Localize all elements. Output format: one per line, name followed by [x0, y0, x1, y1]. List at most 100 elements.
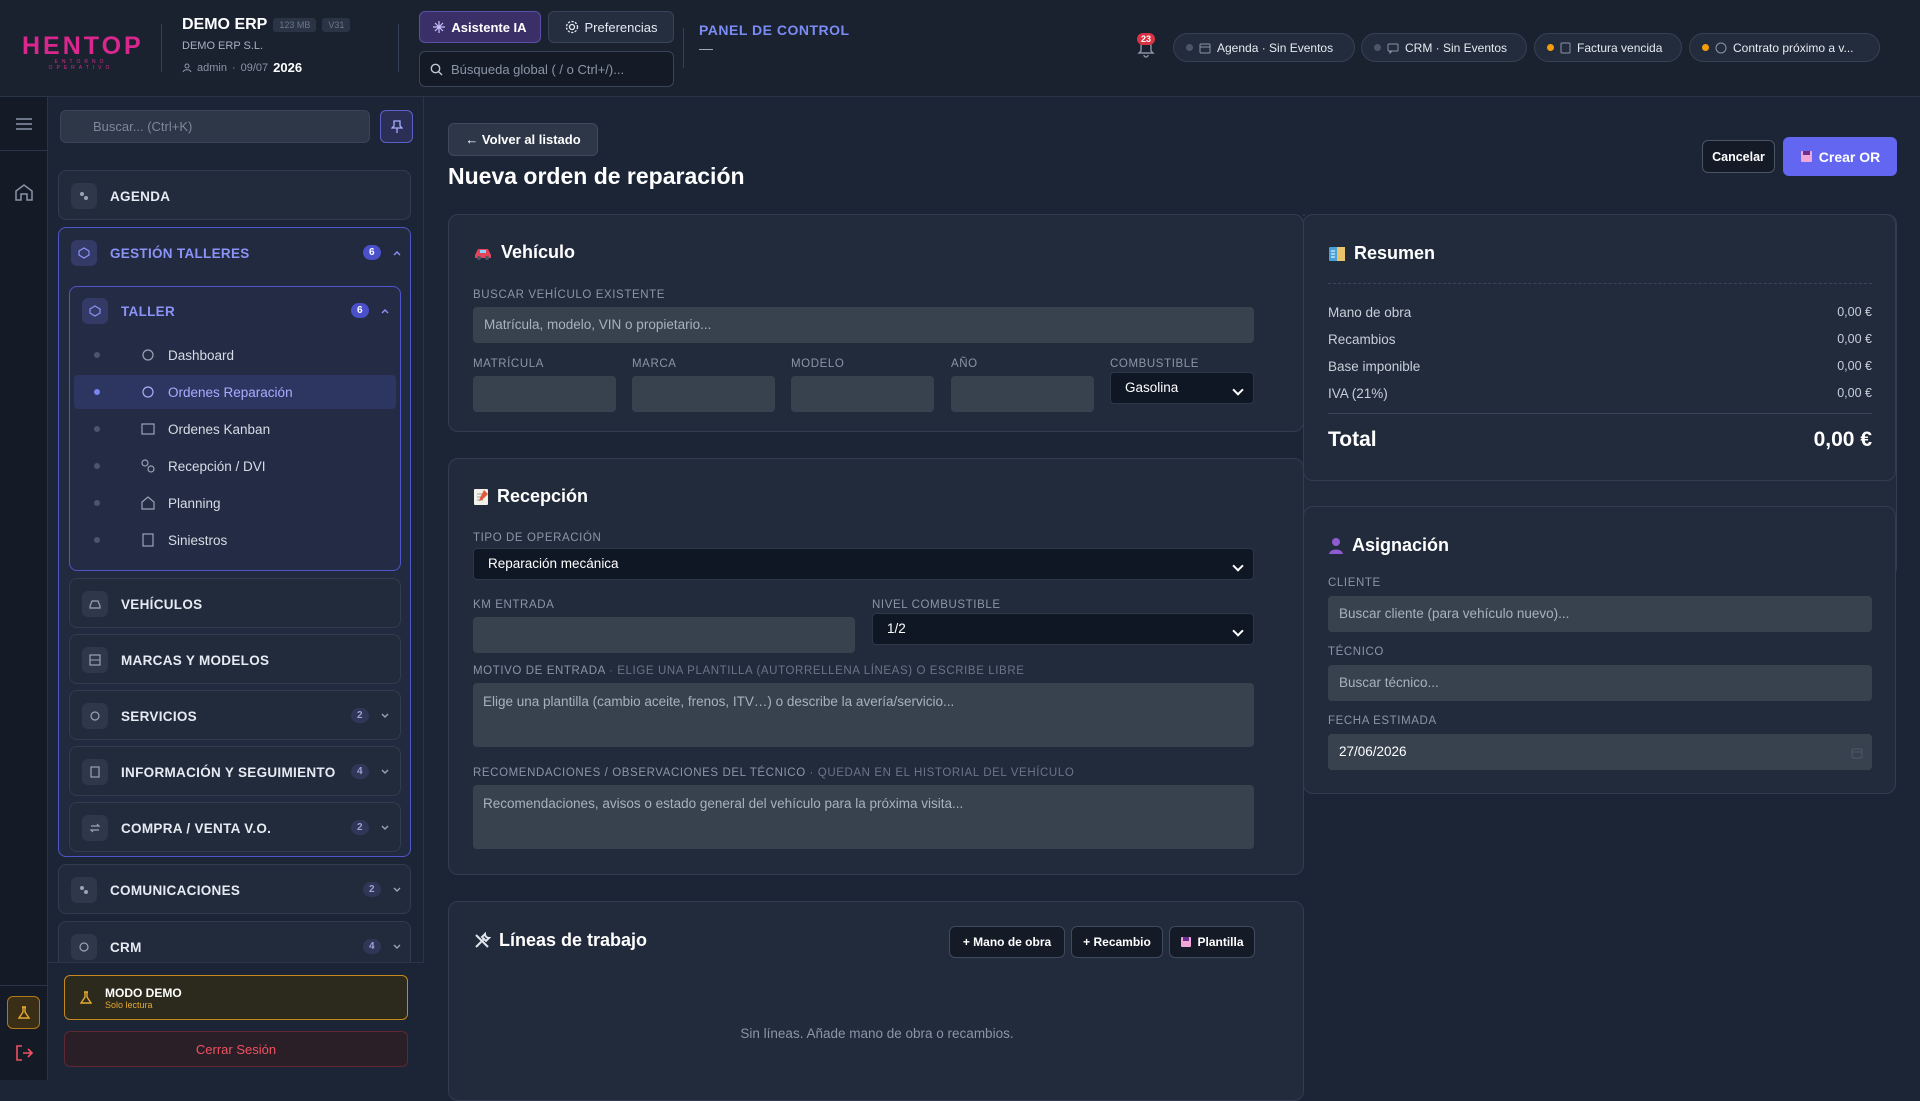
plate-input[interactable]: [473, 376, 616, 412]
status-dot: [1374, 44, 1381, 51]
panel-subtitle: —: [699, 40, 713, 56]
km-input[interactable]: [473, 617, 855, 653]
fuel-select[interactable]: Gasolina: [1110, 372, 1254, 404]
technician-search-input[interactable]: Buscar técnico...: [1328, 665, 1872, 701]
sidebar-item-ordenes-reparacion[interactable]: Ordenes Reparación: [74, 375, 396, 409]
summary-value: 0,00 €: [1837, 359, 1872, 373]
estimated-date-input[interactable]: 27/06/2026: [1328, 734, 1872, 770]
pill-label: Contrato próximo a v...: [1733, 40, 1854, 55]
sidebar-item-label: COMPRA / VENTA V.O.: [121, 820, 272, 836]
calendar-icon[interactable]: [1851, 747, 1863, 759]
home-icon[interactable]: [13, 181, 35, 203]
vehicle-search-input[interactable]: Matrícula, modelo, VIN o propietario...: [473, 307, 1254, 343]
count-badge: 6: [363, 245, 381, 260]
sidebar-item-label: MARCAS Y MODELOS: [121, 652, 270, 668]
sidebar-item-siniestros[interactable]: Siniestros: [74, 523, 392, 557]
preferences-button[interactable]: Preferencias: [548, 11, 674, 43]
pill-label: CRM · Sin Eventos: [1405, 40, 1508, 55]
current-year: 2026: [273, 60, 303, 75]
workshop-icon: [71, 240, 97, 266]
recommendations-label: RECOMENDACIONES / OBSERVACIONES DEL TÉCN…: [473, 767, 1074, 779]
global-search-placeholder: Búsqueda global ( / o Ctrl+/)...: [451, 61, 625, 77]
tools-icon: [475, 931, 491, 948]
logout-button[interactable]: Cerrar Sesión: [64, 1031, 408, 1067]
sidebar-item-vehiculos[interactable]: VEHÍCULOS: [69, 578, 401, 628]
sidebar-item-crm[interactable]: CRM 4: [58, 921, 411, 963]
sidebar-item-servicios[interactable]: SERVICIOS 2: [69, 690, 401, 740]
brand-input[interactable]: [632, 376, 775, 412]
sidebar-item-dashboard[interactable]: Dashboard: [74, 338, 392, 372]
contract-expiring-pill[interactable]: Contrato próximo a v...: [1689, 33, 1880, 62]
ai-assistant-button[interactable]: Asistente IA: [419, 11, 541, 43]
sidebar-item-gestion-talleres[interactable]: GESTIÓN TALLERES 6: [71, 240, 401, 266]
notification-count: 23: [1137, 33, 1156, 45]
divider: [1328, 283, 1872, 284]
services-icon: [82, 703, 108, 729]
cancel-button[interactable]: Cancelar: [1702, 140, 1775, 173]
crm-icon: [71, 934, 97, 960]
sidebar-item-marcas[interactable]: MARCAS Y MODELOS: [69, 634, 401, 684]
bullet: [94, 389, 100, 395]
crm-status-pill[interactable]: CRM · Sin Eventos: [1361, 33, 1527, 62]
sidebar-item-comunicaciones[interactable]: COMUNICACIONES 2: [58, 864, 411, 914]
kanban-icon: [141, 423, 155, 435]
sidebar-item-ordenes-kanban[interactable]: Ordenes Kanban: [74, 412, 392, 446]
create-or-label: Crear OR: [1818, 148, 1881, 165]
pill-label: Agenda · Sin Eventos: [1217, 40, 1334, 55]
sidebar-item-label: Siniestros: [168, 532, 228, 548]
summary-row: Base imponible 0,00 €: [1328, 359, 1872, 374]
save-icon: [1800, 151, 1812, 162]
agenda-status-pill[interactable]: Agenda · Sin Eventos: [1173, 33, 1355, 62]
person-icon: [1329, 537, 1343, 554]
reason-textarea[interactable]: Elige una plantilla (cambio aceite, fren…: [473, 683, 1254, 747]
repair-icon: [142, 386, 154, 398]
year-input[interactable]: [951, 376, 1094, 412]
operation-type-select[interactable]: Reparación mecánica: [473, 548, 1254, 580]
sidebar-item-label: COMUNICACIONES: [110, 882, 241, 898]
add-labor-button[interactable]: + Mano de obra: [949, 926, 1065, 958]
sidebar-item-label: Ordenes Kanban: [168, 421, 271, 437]
brand-logo[interactable]: HENTOP ENTORNO OPERATIVO: [22, 34, 141, 72]
logo-tagline: ENTORNO OPERATIVO: [48, 59, 114, 71]
logout-icon[interactable]: [13, 1042, 35, 1064]
spacer: [1303, 214, 1305, 216]
count-badge: 4: [363, 939, 381, 954]
sidebar-item-compraventa[interactable]: COMPRA / VENTA V.O. 2: [69, 802, 401, 852]
work-lines-card: Líneas de trabajo + Mano de obra + Recam…: [448, 901, 1304, 1101]
pin-button[interactable]: [380, 110, 413, 143]
sidebar-item-taller[interactable]: TALLER 6: [82, 298, 392, 324]
model-input[interactable]: [791, 376, 934, 412]
chat-icon: [1387, 43, 1399, 54]
count-badge: 2: [351, 708, 369, 723]
summary-value: 0,00 €: [1837, 332, 1872, 346]
sidebar-subgroup-taller: TALLER 6 Dashboard Ordenes Reparación Or…: [69, 286, 401, 571]
client-search-input[interactable]: Buscar cliente (para vehículo nuevo)...: [1328, 596, 1872, 632]
work-lines-title: Líneas de trabajo: [473, 930, 647, 951]
card-title-text: Vehículo: [501, 242, 576, 262]
divider: [1328, 413, 1872, 414]
sidebar-item-informacion[interactable]: INFORMACIÓN Y SEGUIMIENTO 4: [69, 746, 401, 796]
status-dot: [1702, 44, 1709, 51]
demo-mode-banner[interactable]: MODO DEMO Solo lectura: [64, 975, 408, 1020]
sidebar-item-planning[interactable]: Planning: [74, 486, 392, 520]
invoice-overdue-pill[interactable]: Factura vencida: [1534, 33, 1682, 62]
card-title-text: Recepción: [497, 486, 589, 506]
sidebar-item-agenda[interactable]: AGENDA: [58, 170, 411, 220]
template-button[interactable]: Plantilla: [1169, 926, 1255, 958]
chevron-up-icon: [393, 251, 401, 256]
demo-mode-rail-button[interactable]: [7, 996, 40, 1029]
sidebar-search-input[interactable]: Buscar... (Ctrl+K): [60, 110, 370, 143]
global-search-input[interactable]: Búsqueda global ( / o Ctrl+/)...: [419, 51, 674, 87]
sidebar-item-recepcion-dvi[interactable]: Recepción / DVI: [74, 449, 392, 483]
back-to-list-button[interactable]: ← Volver al listado: [448, 123, 598, 156]
memo-icon: [474, 488, 488, 505]
create-or-button[interactable]: Crear OR: [1783, 137, 1897, 176]
card-title-text: Líneas de trabajo: [499, 930, 648, 950]
add-part-button[interactable]: + Recambio: [1071, 926, 1163, 958]
client-label: CLIENTE: [1328, 577, 1381, 589]
fuel-level-select[interactable]: 1/2: [872, 613, 1254, 645]
sidebar-item-label: Planning: [168, 495, 221, 511]
menu-icon[interactable]: [13, 113, 35, 135]
recommendations-textarea[interactable]: Recomendaciones, avisos o estado general…: [473, 785, 1254, 849]
chevron-up-icon: [381, 309, 389, 314]
